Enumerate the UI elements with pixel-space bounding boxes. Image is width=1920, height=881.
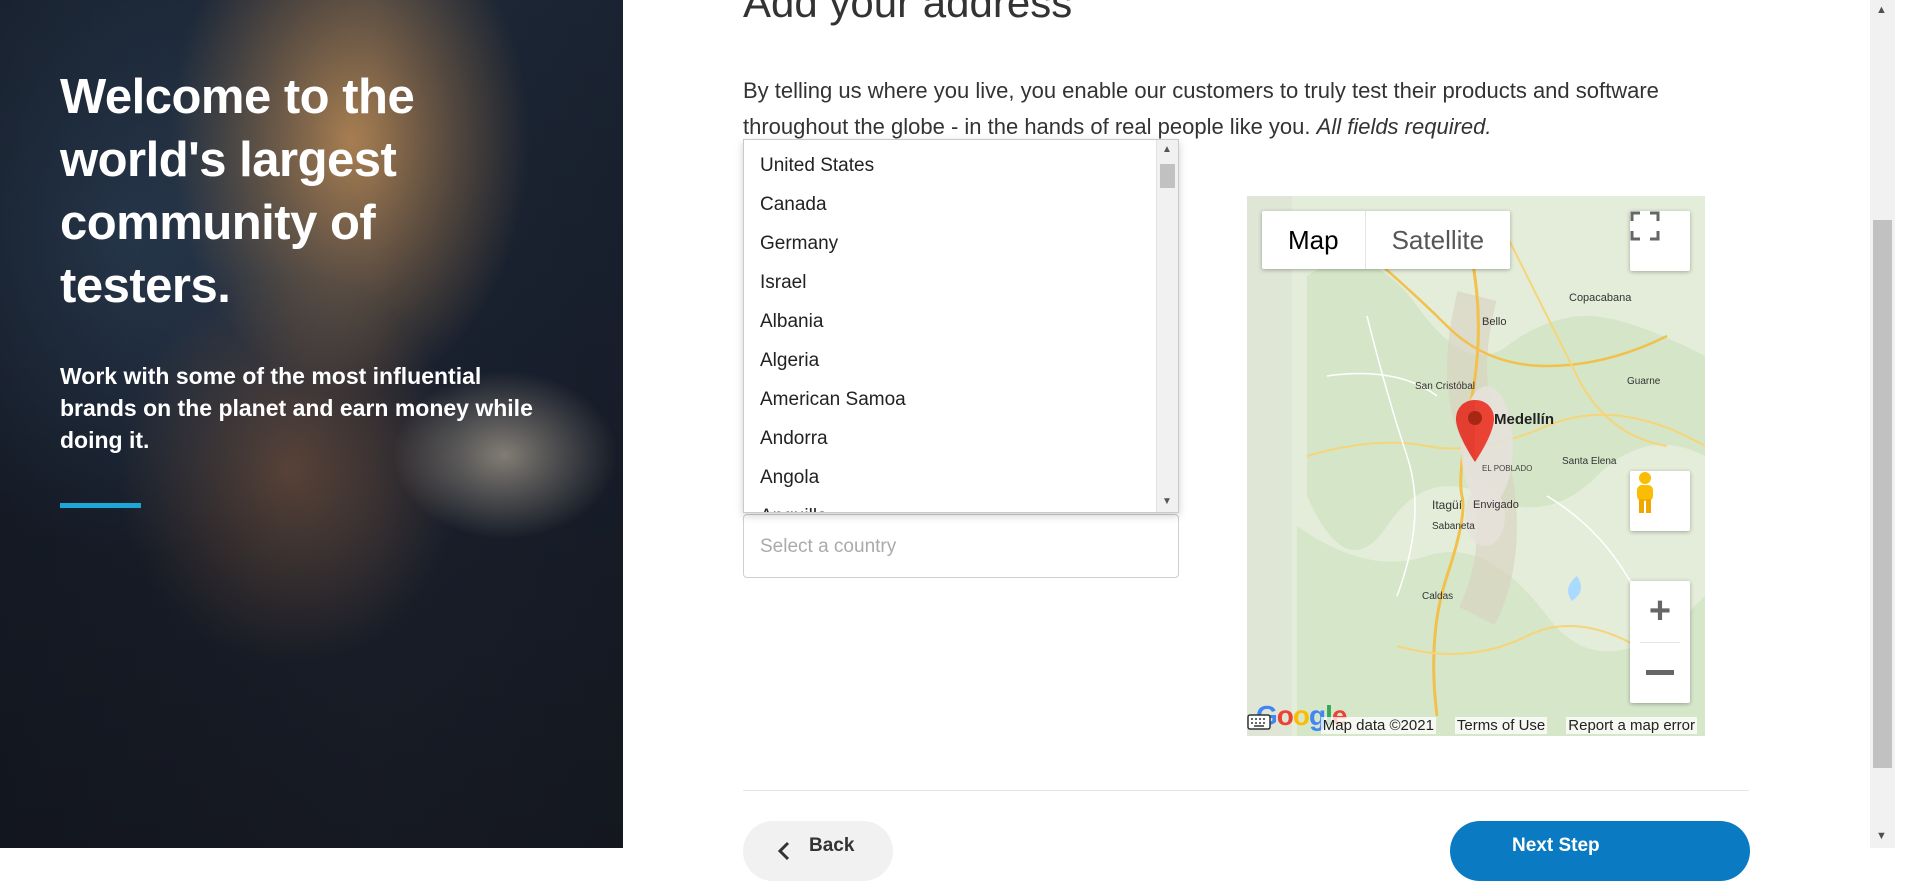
fullscreen-icon	[1630, 211, 1660, 241]
country-option[interactable]: Andorra	[760, 427, 828, 451]
map-label-envigado: Envigado	[1473, 499, 1519, 511]
window-scroll-thumb[interactable]	[1873, 220, 1892, 768]
hero-panel: Welcome to the world's largest community…	[0, 0, 623, 848]
country-option[interactable]: Germany	[760, 232, 838, 256]
scroll-up-icon[interactable]: ▲	[1162, 144, 1172, 155]
required-note: All fields required.	[1316, 114, 1492, 139]
country-option[interactable]: Algeria	[760, 349, 819, 373]
map-type-satellite[interactable]: Satellite	[1364, 211, 1511, 269]
map-terms-link[interactable]: Terms of Use	[1454, 716, 1548, 734]
map-type-control[interactable]: Map Satellite	[1262, 211, 1511, 269]
map-label-caldas: Caldas	[1422, 591, 1454, 602]
map-label-san-cristobal: San Cristóbal	[1415, 381, 1476, 392]
back-button[interactable]: Back	[743, 821, 893, 881]
country-option[interactable]: Canada	[760, 193, 827, 217]
location-pin-icon	[1456, 400, 1494, 462]
form-divider	[743, 790, 1749, 791]
scroll-up-icon[interactable]: ▲	[1876, 4, 1887, 16]
map-label-sabaneta: Sabaneta	[1432, 521, 1475, 532]
map-type-map[interactable]: Map	[1262, 211, 1365, 269]
country-option[interactable]: American Samoa	[760, 388, 906, 412]
country-option[interactable]: Israel	[760, 271, 806, 295]
map-label-medellin: Medellín	[1494, 411, 1555, 428]
next-label: Next Step	[1512, 835, 1600, 856]
country-option[interactable]: United States	[760, 154, 874, 178]
back-label: Back	[809, 835, 855, 856]
country-select[interactable]: Select a country	[743, 514, 1179, 578]
map-label-copacabana: Copacabana	[1569, 292, 1632, 304]
scroll-down-icon[interactable]: ▼	[1876, 830, 1887, 842]
intro-body: By telling us where you live, you enable…	[743, 78, 1659, 139]
next-step-button[interactable]: Next Step	[1450, 821, 1750, 881]
country-dropdown-list[interactable]: United States Canada Germany Israel Alba…	[743, 139, 1179, 513]
dropdown-scrollbar[interactable]: ▲ ▼	[1156, 140, 1178, 512]
window-scrollbar[interactable]: ▲ ▼	[1870, 0, 1895, 848]
map-label-bello: Bello	[1482, 316, 1507, 328]
hero-accent-rule	[60, 503, 141, 508]
map-label-guarne: Guarne	[1627, 376, 1661, 387]
hero-subtitle: Work with some of the most influential b…	[60, 363, 533, 453]
intro-text: By telling us where you live, you enable…	[743, 73, 1683, 145]
zoom-in-icon[interactable]: +	[1630, 582, 1690, 642]
map-label-santa-elena: Santa Elena	[1562, 456, 1617, 467]
map-data-credit: Map data ©2021	[1320, 716, 1436, 734]
location-map[interactable]: Map Satellite Medellín EL POBLADO Itagüí…	[1247, 196, 1705, 736]
chevron-left-icon	[777, 841, 790, 861]
country-option[interactable]: Angola	[760, 466, 819, 490]
zoom-control[interactable]: +	[1630, 581, 1690, 703]
dropdown-scroll-thumb[interactable]	[1160, 164, 1175, 188]
street-view-button[interactable]	[1630, 471, 1690, 531]
scroll-down-icon[interactable]: ▼	[1162, 496, 1172, 507]
fullscreen-button[interactable]	[1630, 211, 1690, 271]
pegman-icon	[1637, 472, 1653, 513]
map-label-poblado: EL POBLADO	[1482, 464, 1533, 473]
map-report-link[interactable]: Report a map error	[1566, 716, 1697, 734]
hero-title: Welcome to the world's largest community…	[60, 70, 415, 313]
country-placeholder: Select a country	[760, 536, 897, 557]
zoom-out-icon[interactable]	[1630, 643, 1690, 703]
country-option[interactable]: Albania	[760, 310, 823, 334]
map-footer: Map data ©2021 Terms of Use Report a map…	[1247, 714, 1705, 736]
map-label-itagui: Itagüí	[1432, 498, 1463, 512]
page-title: Add your address	[743, 0, 1073, 26]
country-option[interactable]: Anguilla	[760, 505, 828, 512]
